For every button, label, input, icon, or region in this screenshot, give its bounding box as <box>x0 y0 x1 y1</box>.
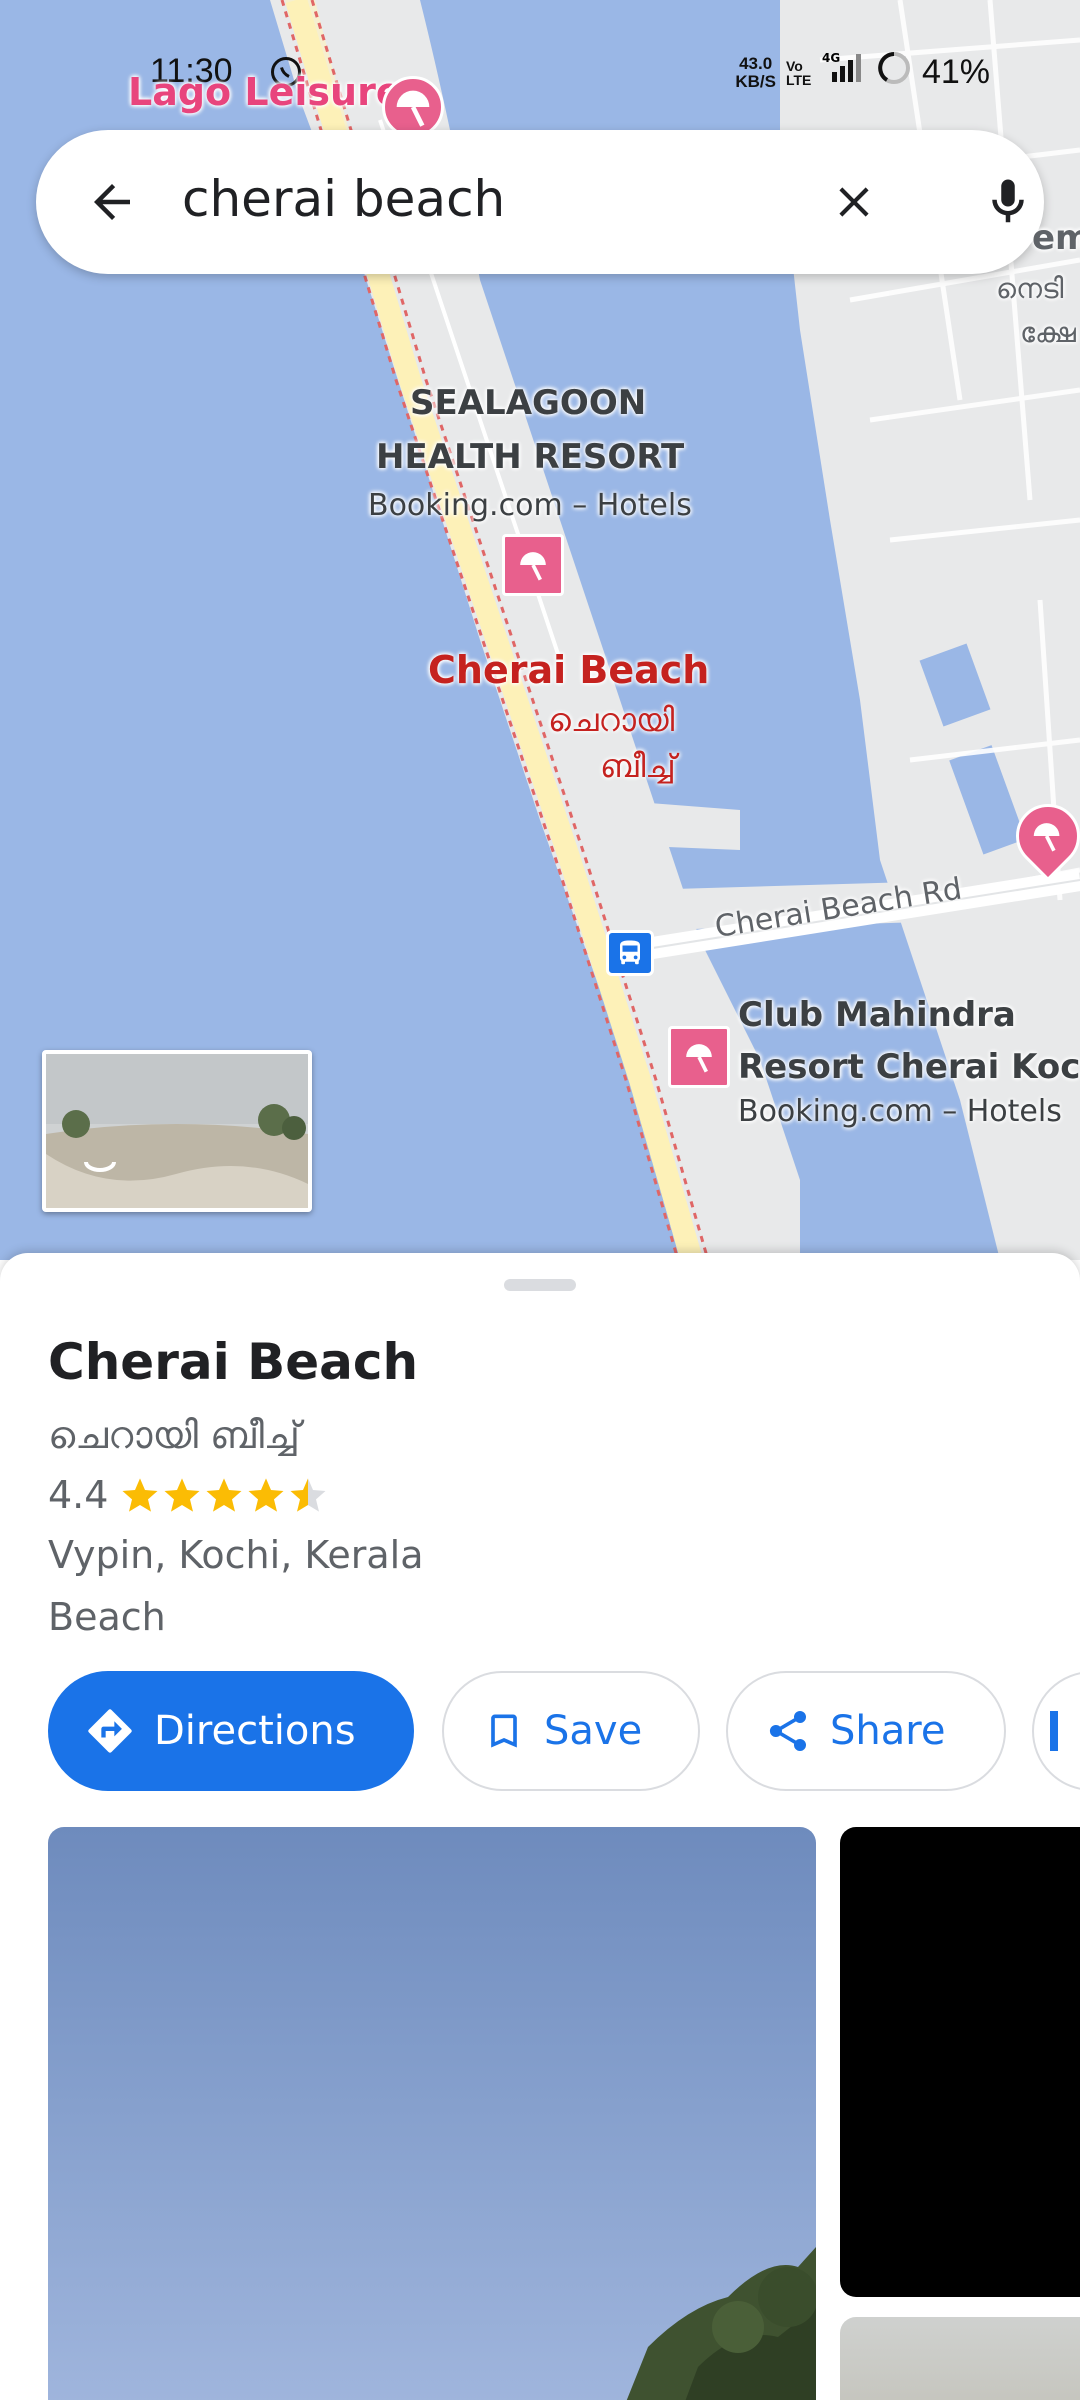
share-icon <box>769 1711 806 1751</box>
map-label-club-sub: Booking.com – Hotels <box>738 1094 1062 1129</box>
volte-indicator: Vo LTE <box>785 57 812 88</box>
star-icon <box>248 1478 284 1512</box>
status-indicators: 43.0 KB/S Vo LTE 4G 41% <box>735 50 990 95</box>
map-pin-bus-stop[interactable] <box>606 930 654 976</box>
save-button[interactable]: Save <box>442 1671 700 1791</box>
map-label-cherai-ml-line1: ചെറായി <box>548 701 675 739</box>
map-label-cherai-ml-line2: ബീച്ച് <box>600 747 676 785</box>
map-view[interactable]: 11:30 43.0 KB/S Vo LTE 4G 41% Lago Leisu… <box>0 0 1080 1260</box>
beach-umbrella-icon <box>1033 823 1060 852</box>
battery-icon <box>876 50 912 95</box>
arrow-back-icon <box>94 184 130 220</box>
bus-icon <box>620 940 640 965</box>
beach-umbrella-icon <box>396 90 430 127</box>
place-category: Beach <box>48 1595 166 1639</box>
map-label-lago-leisure[interactable]: Lago Leisure <box>128 70 402 114</box>
rating-stars <box>120 1475 328 1515</box>
search-bar[interactable]: cherai beach <box>36 130 1044 274</box>
action-icon <box>1050 1711 1058 1751</box>
map-label-edge-ml1: നെടി <box>996 272 1064 305</box>
clear-search-button[interactable] <box>818 166 890 238</box>
map-label-edge-ml2: ക്ഷേ <box>1020 316 1076 349</box>
directions-icon <box>88 1709 132 1753</box>
photo-video[interactable] <box>840 1827 1080 2297</box>
map-label-club-line2[interactable]: Resort Cherai Koc <box>738 1040 1080 1094</box>
microphone-icon <box>992 179 1024 223</box>
place-bottom-sheet[interactable]: Cherai Beach ചെറായി ബീച്ച് 4.4 Vypin, Ko… <box>0 1253 1080 2400</box>
star-half-icon <box>290 1478 326 1512</box>
place-location: Vypin, Kochi, Kerala <box>48 1533 424 1577</box>
save-label: Save <box>544 1708 643 1754</box>
street-view-thumbnail[interactable] <box>42 1050 312 1212</box>
place-local-name: ചെറായി ബീച്ച് <box>48 1413 300 1457</box>
photo-thumb[interactable] <box>840 2317 1080 2400</box>
more-action-button[interactable] <box>1032 1671 1080 1791</box>
search-input[interactable]: cherai beach <box>182 170 505 228</box>
directions-button[interactable]: Directions <box>48 1671 414 1791</box>
map-label-sealagoon-line1[interactable]: SEALAGOON <box>410 376 646 430</box>
rating-row[interactable]: 4.4 <box>48 1473 328 1517</box>
drag-handle[interactable] <box>504 1279 576 1291</box>
share-button[interactable]: Share <box>726 1671 1006 1791</box>
photo-carousel[interactable] <box>0 1827 1080 2400</box>
map-label-sealagoon-sub: Booking.com – Hotels <box>368 488 692 523</box>
bookmark-icon <box>491 1714 517 1748</box>
map-pin-lago-leisure[interactable] <box>382 76 444 138</box>
svg-text:4G: 4G <box>822 51 840 65</box>
signal-icon: 4G <box>822 50 866 95</box>
star-icon <box>164 1478 200 1512</box>
back-button[interactable] <box>76 166 148 238</box>
photo-main[interactable] <box>48 1827 816 2400</box>
battery-percent: 41% <box>921 53 990 91</box>
rating-value: 4.4 <box>48 1473 109 1517</box>
action-chips: Directions Save Share <box>48 1671 1080 1795</box>
map-label-sealagoon-line2[interactable]: HEALTH RESORT <box>376 430 684 484</box>
street-view-preview <box>46 1054 308 1208</box>
directions-label: Directions <box>154 1708 356 1754</box>
network-speed: 43.0 KB/S <box>735 53 776 91</box>
map-pin-club-mahindra[interactable] <box>668 1026 730 1088</box>
map-label-edge-top: em <box>1032 218 1080 258</box>
star-icon <box>122 1478 158 1512</box>
place-title: Cherai Beach <box>48 1333 419 1391</box>
beach-umbrella-icon <box>686 1044 712 1073</box>
close-icon <box>839 187 869 217</box>
star-icon <box>206 1478 242 1512</box>
map-label-cherai-beach[interactable]: Cherai Beach <box>428 648 709 692</box>
share-label: Share <box>830 1708 946 1754</box>
beach-umbrella-icon <box>520 552 546 581</box>
photo-image <box>626 2247 816 2400</box>
map-pin-sealagoon[interactable] <box>502 534 564 596</box>
map-label-club-line1[interactable]: Club Mahindra <box>738 988 1016 1042</box>
